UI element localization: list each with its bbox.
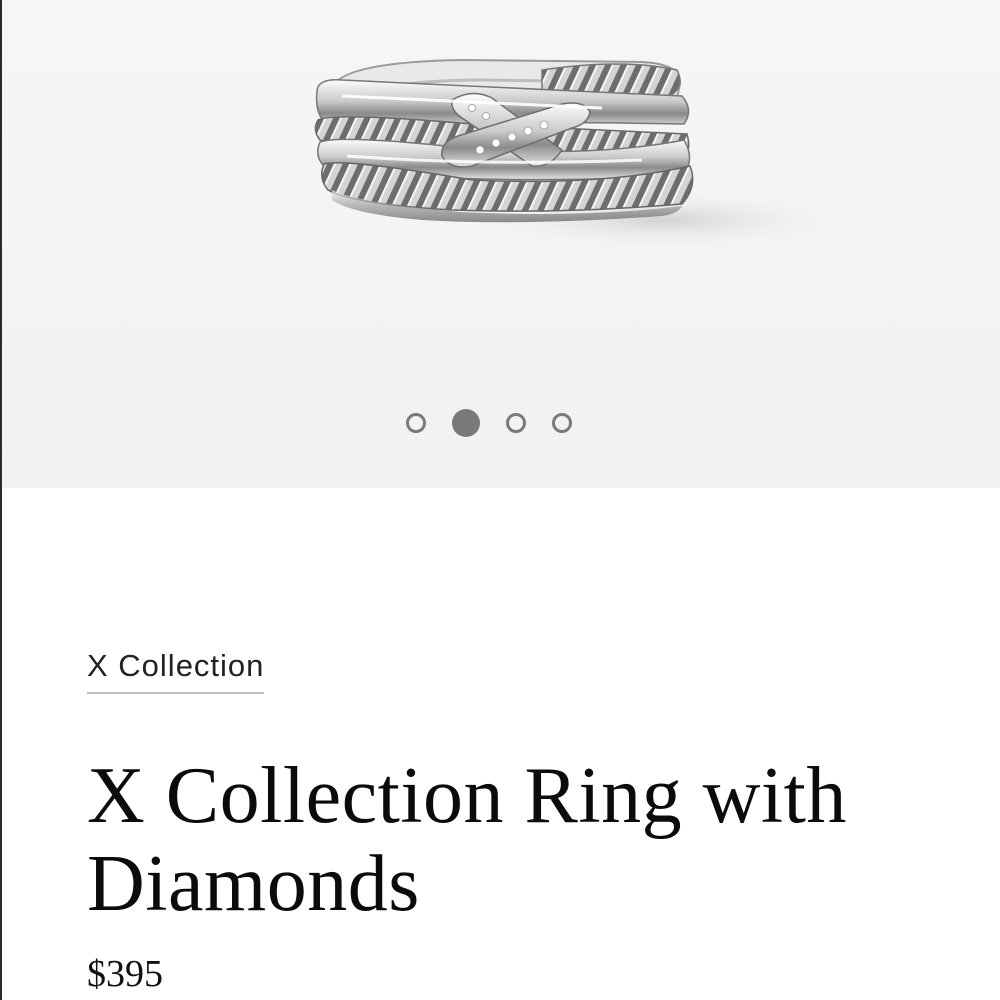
product-price: $395 <box>87 953 163 995</box>
product-image-gallery[interactable] <box>2 0 1000 488</box>
carousel-dot-3[interactable] <box>506 413 526 433</box>
product-title: X Collection Ring with Diamonds <box>87 752 847 928</box>
carousel-dot-2-active[interactable] <box>452 409 480 437</box>
collection-link[interactable]: X Collection <box>87 646 265 694</box>
carousel-dots <box>2 408 988 438</box>
carousel-dot-4[interactable] <box>552 413 572 433</box>
carousel-dot-1[interactable] <box>406 413 426 433</box>
